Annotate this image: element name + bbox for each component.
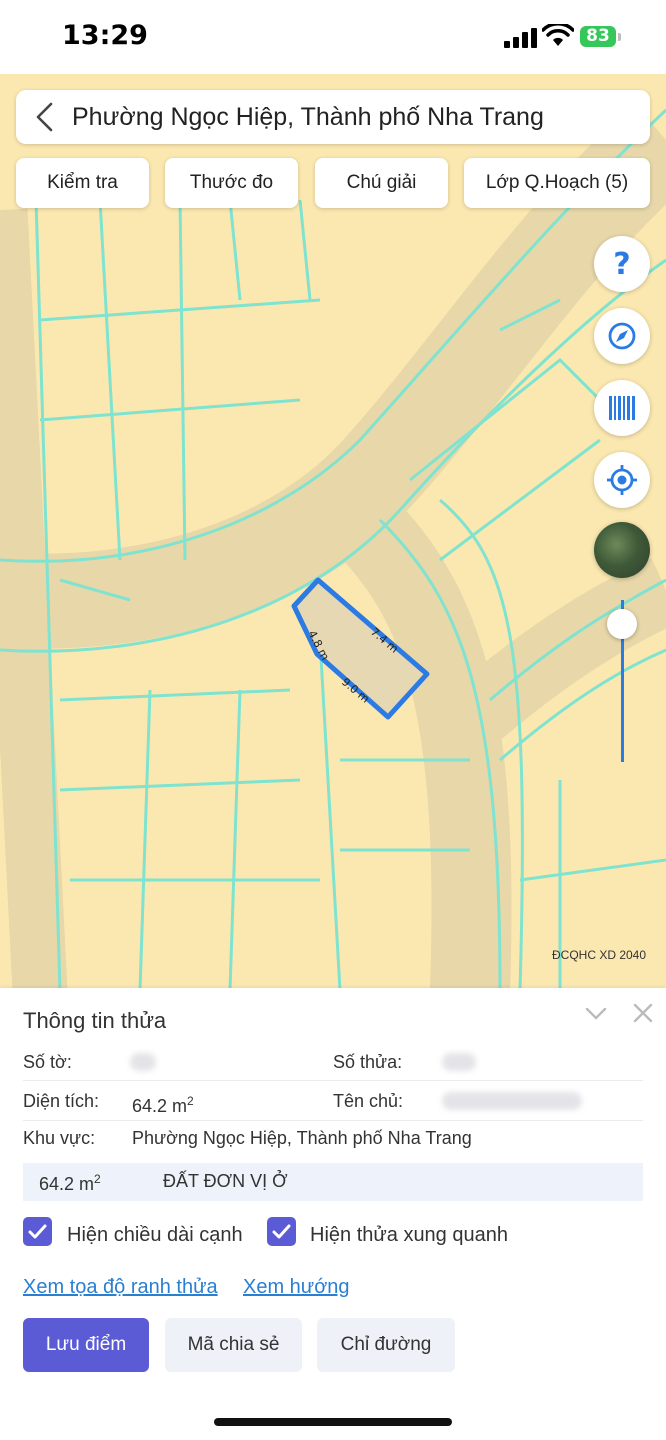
battery-nub — [618, 33, 621, 41]
signal-icon — [504, 28, 537, 48]
location-title: Phường Ngọc Hiệp, Thành phố Nha Trang — [72, 103, 544, 131]
chevron-left-icon[interactable] — [34, 102, 56, 132]
compass-button[interactable] — [594, 308, 650, 364]
map-source-label: ĐCQHC XD 2040 — [552, 948, 647, 962]
land-use-row: 64.2 m2 ĐẤT ĐƠN VỊ Ở — [23, 1163, 643, 1201]
map-canvas[interactable]: 4.8 m 7.4 m 9.0 m — [0, 74, 666, 990]
close-icon[interactable] — [632, 1002, 654, 1024]
wifi-icon — [542, 24, 574, 46]
locate-button[interactable] — [594, 452, 650, 508]
barcode-icon — [609, 396, 635, 420]
compass-icon — [608, 322, 636, 350]
owner-value — [442, 1092, 582, 1110]
status-time: 13:29 — [62, 20, 148, 51]
map-view[interactable]: 4.8 m 7.4 m 9.0 m — [0, 74, 666, 990]
land-use-area: 64.2 m2 — [39, 1172, 101, 1194]
home-indicator — [214, 1418, 452, 1426]
question-icon: ? — [613, 247, 630, 282]
legend-button[interactable]: Chú giải — [315, 158, 448, 208]
checkmark-icon — [272, 1224, 291, 1239]
barcode-button[interactable] — [594, 380, 650, 436]
land-use-type: ĐẤT ĐƠN VỊ Ở — [163, 1171, 288, 1191]
sheet-value — [130, 1053, 156, 1071]
show-edge-length-label[interactable]: Hiện chiều dài cạnh — [67, 1224, 243, 1247]
region-label: Khu vực: — [23, 1128, 96, 1148]
planning-layers-button[interactable]: Lớp Q.Hoạch (5) — [464, 158, 650, 208]
owner-label: Tên chủ: — [333, 1091, 404, 1111]
show-neighbors-checkbox[interactable] — [267, 1217, 296, 1246]
parcel-label: Số thửa: — [333, 1052, 403, 1072]
area-label: Diện tích: — [23, 1091, 100, 1111]
parcel-info-panel: Thông tin thửa Số tờ: Số thửa: Diện tích… — [0, 988, 666, 1440]
directions-button[interactable]: Chỉ đường — [317, 1318, 455, 1372]
parcel-value — [442, 1053, 476, 1071]
show-neighbors-label[interactable]: Hiện thửa xung quanh — [310, 1224, 508, 1247]
status-bar: 13:29 83 — [0, 0, 666, 74]
divider — [23, 1080, 643, 1081]
view-direction-link[interactable]: Xem hướng — [243, 1276, 350, 1299]
svg-text:?: ? — [613, 247, 630, 282]
view-coordinates-link[interactable]: Xem tọa độ ranh thửa — [23, 1276, 218, 1299]
area-value: 64.2 m2 — [132, 1094, 194, 1116]
help-button[interactable]: ? — [594, 236, 650, 292]
battery-icon: 83 — [580, 26, 616, 47]
search-bar[interactable]: Phường Ngọc Hiệp, Thành phố Nha Trang — [16, 90, 650, 144]
panel-title: Thông tin thửa — [23, 1008, 167, 1033]
divider — [23, 1120, 643, 1121]
check-button[interactable]: Kiểm tra — [16, 158, 149, 208]
satellite-icon[interactable] — [594, 522, 650, 578]
sheet-label: Số tờ: — [23, 1052, 72, 1072]
locate-icon — [607, 465, 637, 495]
show-edge-length-checkbox[interactable] — [23, 1217, 52, 1246]
share-code-button[interactable]: Mã chia sẻ — [165, 1318, 302, 1372]
checkmark-icon — [28, 1224, 47, 1239]
region-value: Phường Ngọc Hiệp, Thành phố Nha Trang — [132, 1128, 472, 1148]
measure-button[interactable]: Thước đo — [165, 158, 298, 208]
save-point-button[interactable]: Lưu điểm — [23, 1318, 149, 1372]
chevron-down-icon[interactable] — [584, 1004, 608, 1024]
